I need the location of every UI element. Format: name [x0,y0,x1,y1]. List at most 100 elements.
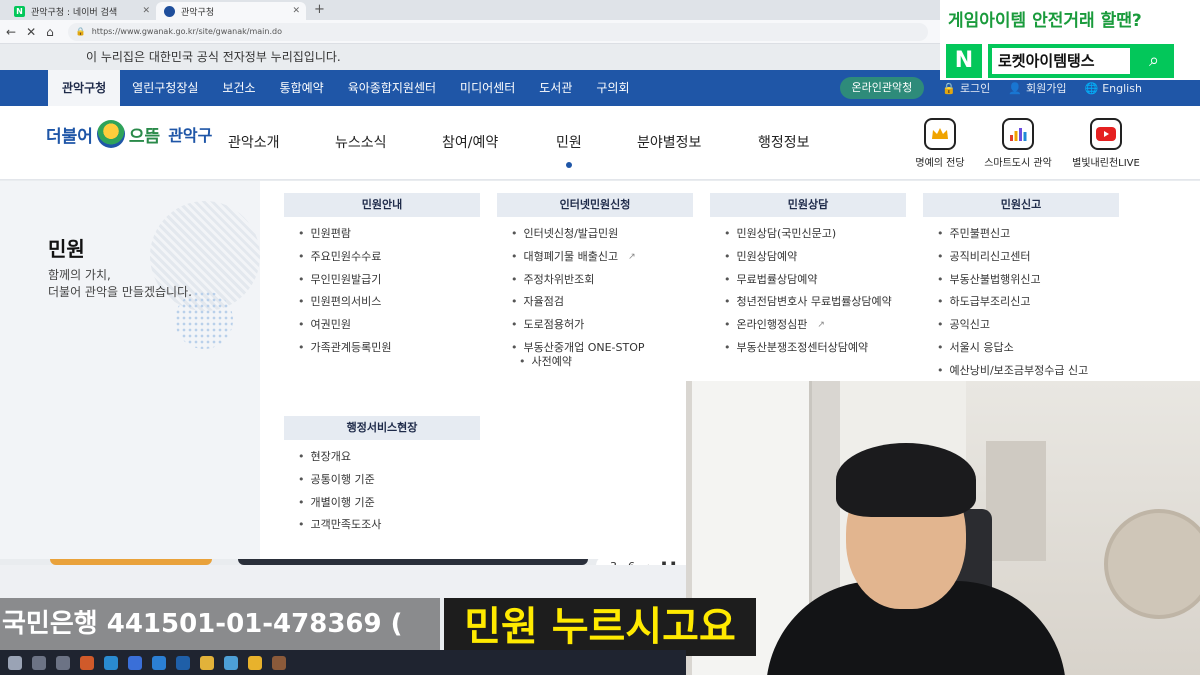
gwanak-logo[interactable]: 더불어 으뜸 관악구 [46,120,212,148]
youtube-icon [1090,118,1122,150]
browser-tab-naver[interactable]: N 관악구청 : 네이버 검색 ✕ [6,2,156,20]
topnav-item-health[interactable]: 보건소 [210,70,267,106]
browser-tab-gwanak[interactable]: 관악구청 ✕ [156,2,306,20]
menu-link[interactable]: 공익신고 [937,318,1119,341]
menu-intro[interactable]: 관악소개 [228,132,280,152]
menu-link[interactable]: 인터넷신청/발급민원 [511,227,693,250]
topnav-item-gwanak[interactable]: 관악구청 [48,70,121,106]
promo-headline: 게임아이템 안전거래 할땐? [948,11,1142,31]
new-tab-icon[interactable]: + [306,2,333,20]
app-icon[interactable] [224,655,238,670]
topnav-item-reservation[interactable]: 통합예약 [268,70,336,106]
crown-icon [924,118,956,150]
app-icon[interactable] [104,655,118,670]
logo-mark-icon [96,120,125,148]
menu-link[interactable]: 청년전담변호사 무료법률상담예약 [724,295,906,318]
edge-icon[interactable] [152,655,166,670]
home-icon[interactable]: ⌂ [46,25,54,39]
stop-icon[interactable]: ✕ [26,25,36,39]
menu-link[interactable]: 공통이행 기준 [298,473,480,496]
menu-link[interactable]: 무료법률상담예약 [724,273,906,296]
menu-link[interactable]: 주정차위반조회 [511,273,693,296]
page-background [0,565,686,598]
topnav-item-council[interactable]: 구의회 [584,70,641,106]
menu-news[interactable]: 뉴스소식 [335,132,387,152]
menu-link[interactable]: 주요민원수수료 [298,250,480,273]
main-nav: 더불어 으뜸 관악구 관악소개 뉴스소식 참여/예약 민원 분야별정보 행정정보… [0,106,1200,180]
menu-link[interactable]: 가족관계등록민원 [298,341,480,364]
close-icon[interactable]: ✕ [142,6,150,16]
english-link[interactable]: 🌐 English [1085,82,1142,95]
menu-link[interactable]: 부동산불법행위신고 [937,273,1119,296]
app-icon[interactable] [176,655,190,670]
menu-field-info[interactable]: 분야별정보 [637,132,701,152]
menu-participation[interactable]: 참여/예약 [442,132,498,152]
menu-link[interactable]: 여권민원 [298,318,480,341]
url-text: https://www.gwanak.go.kr/site/gwanak/mai… [91,27,282,36]
menu-link[interactable]: 대형폐기물 배출신고↗ [511,250,693,273]
menu-link[interactable]: 부동산중개업 ONE-STOP [511,341,693,355]
menu-admin-info[interactable]: 행정정보 [758,132,810,152]
column-head: 민원신고 [923,193,1119,217]
topnav-item-childcare[interactable]: 육아종합지원센터 [336,70,448,106]
topnav-item-library[interactable]: 도서관 [527,70,584,106]
menu-link[interactable]: 민원편의서비스 [298,295,480,318]
menu-link[interactable]: 고객만족도조사 [298,518,480,541]
chrome-icon[interactable] [248,655,262,670]
mega-left-panel: 민원 함께의 가치, 더불어 관악을 만들겠습니다. [0,181,260,559]
signup-link[interactable]: 👤 회원가입 [1008,80,1066,96]
search-icon[interactable] [32,655,46,670]
app-icon[interactable] [128,655,142,670]
quick-live[interactable]: 별빛내린천LIVE [1066,118,1146,169]
logo-text-2: 으뜸 [128,126,161,147]
menu-link[interactable]: 서울시 응답소 [937,341,1119,364]
tab-label: 관악구청 : 네이버 검색 [31,7,118,18]
naver-logo-icon: N [946,44,982,78]
quick-label: 스마트도시 관악 [984,158,1052,169]
streamer-hair [836,443,976,517]
online-gwanak-button[interactable]: 온라인관악청 [839,77,925,99]
menu-link[interactable]: 주민불편신고 [937,227,1119,250]
logo-text-3: 관악구 [168,126,213,145]
url-field[interactable]: 🔒 https://www.gwanak.go.kr/site/gwanak/m… [67,22,928,41]
app-icon[interactable] [200,655,214,670]
background-shelf [986,441,1046,561]
subtitle-caption: 민원 누르시고요 [444,598,756,656]
windows-start-icon[interactable] [8,655,22,670]
quick-smart-city[interactable]: 스마트도시 관악 [978,118,1058,169]
menu-link[interactable]: 민원편람 [298,227,480,250]
menu-link-continuation[interactable]: 사전예약 [511,355,693,378]
search-icon: ⌕ [1134,44,1174,78]
app-icon[interactable] [80,655,94,670]
app-icon[interactable] [272,655,286,670]
login-label: 로그인 [959,82,991,95]
quick-label: 명예의 전당 [915,158,965,169]
menu-link[interactable]: 민원상담(국민신문고) [724,227,906,250]
back-icon[interactable]: ← [6,25,16,39]
menu-link[interactable]: 현장개요 [298,450,480,473]
menu-link[interactable]: 부동산분쟁조정센터상담예약 [724,341,906,364]
topnav-item-mayor[interactable]: 열린구청장실 [120,70,210,106]
column-internet-civil: 인터넷민원신청 인터넷신청/발급민원 대형폐기물 배출신고↗ 주정차위반조회 자… [497,193,693,378]
menu-link[interactable]: 무인민원발급기 [298,273,480,296]
menu-link[interactable]: 민원상담예약 [724,250,906,273]
close-icon[interactable]: ✕ [292,6,300,16]
menu-link[interactable]: 도로점용허가 [511,318,693,341]
naver-favicon-icon: N [14,5,25,17]
menu-civil[interactable]: 민원 [556,132,582,152]
lock-icon: 🔒 [75,27,86,36]
menu-link[interactable]: 개별이행 기준 [298,496,480,519]
menu-link[interactable]: 자율점검 [511,295,693,318]
taskbar [0,650,686,675]
column-admin-service: 행정서비스현장 현장개요 공통이행 기준 개별이행 기준 고객만족도조사 [284,416,480,541]
menu-link[interactable]: 공직비리신고센터 [937,250,1119,273]
task-view-icon[interactable] [56,655,70,670]
tab-label: 관악구청 [181,7,215,18]
active-menu-indicator [566,162,572,168]
quick-hall-of-fame[interactable]: 명예의 전당 [900,118,980,169]
menu-link[interactable]: 하도급부조리신고 [937,295,1119,318]
login-link[interactable]: 🔒 로그인 [942,80,990,96]
promo-search-box: 로켓아이템탱스 [988,44,1134,78]
menu-link[interactable]: 온라인행정심판↗ [724,318,906,341]
topnav-item-media[interactable]: 미디어센터 [448,70,527,106]
